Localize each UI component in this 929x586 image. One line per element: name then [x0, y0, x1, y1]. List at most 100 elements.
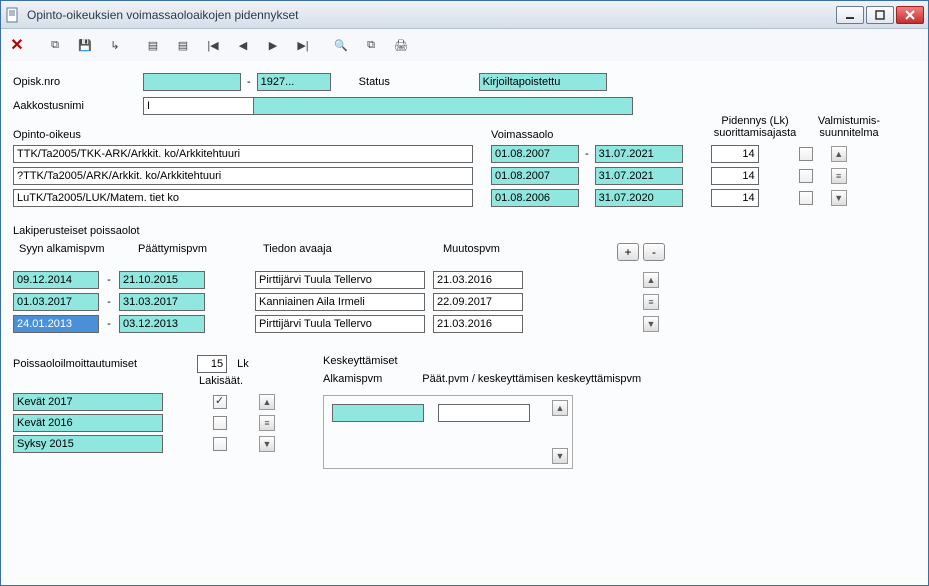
abs-col-changed: Muutospvm [443, 243, 573, 261]
scroll-up-icon[interactable]: ▲ [552, 400, 568, 416]
valm-checkbox[interactable] [799, 169, 813, 183]
abs-row: - ▲ [13, 271, 916, 289]
right-name[interactable] [13, 167, 473, 185]
scroll-down-icon[interactable]: ▼ [643, 316, 659, 332]
abs-col-end: Päättymispvm [138, 243, 263, 261]
status-label: Status [359, 76, 479, 88]
abs-rows: - ▲ - ≡ [13, 271, 916, 333]
abs-opener[interactable] [255, 293, 425, 311]
maximize-button[interactable] [866, 6, 894, 24]
kesk-col2: Päät.pvm / keskeyttämisen keskeyttämispv… [422, 373, 641, 385]
scroll-down-icon[interactable]: ▼ [259, 436, 275, 452]
abs-col-start: Syyn alkamispvm [13, 243, 138, 261]
aakkostus-label: Aakkostusnimi [13, 100, 143, 112]
abs-end[interactable] [119, 271, 205, 289]
status-field[interactable] [479, 73, 607, 91]
abs-changed[interactable] [433, 271, 523, 289]
scroll-thumb-icon[interactable]: ≡ [259, 415, 275, 431]
add-button[interactable]: + [617, 243, 639, 261]
term-checkbox[interactable] [213, 437, 227, 451]
abs-end[interactable] [119, 293, 205, 311]
right-end[interactable] [595, 145, 683, 163]
abs-opener[interactable] [255, 315, 425, 333]
abs-end[interactable] [119, 315, 205, 333]
kesk-col1: Alkamispvm [323, 373, 382, 385]
right-start[interactable] [491, 189, 579, 207]
rights-row: - ▼ [13, 189, 916, 207]
scroll-thumb-icon[interactable]: ≡ [643, 294, 659, 310]
next-record-icon[interactable]: ▶ [265, 37, 281, 53]
scroll-thumb-icon[interactable]: ≡ [831, 168, 847, 184]
right-end[interactable] [595, 167, 683, 185]
col-pidennys2: suorittamisajasta [701, 127, 809, 139]
abs-title: Lakiperusteiset poissaolot [13, 225, 916, 237]
col-valm2: suunnitelma [809, 127, 889, 139]
aakkostus-left-field[interactable] [143, 97, 253, 115]
terms-count[interactable] [197, 355, 227, 373]
term-name[interactable] [13, 393, 163, 411]
save-icon[interactable]: 💾 [77, 37, 93, 53]
copy-icon[interactable]: ⧉ [47, 37, 63, 53]
add-record-icon[interactable]: ▤ [145, 37, 161, 53]
valm-checkbox[interactable] [799, 191, 813, 205]
search-icon[interactable]: 🔍 [333, 37, 349, 53]
app-window: Opinto-oikeuksien voimassaoloaikojen pid… [0, 0, 929, 586]
col-opinto: Opinto-oikeus [13, 129, 491, 141]
cancel-icon[interactable]: ✕ [9, 37, 25, 53]
aakkostus-right-field[interactable] [253, 97, 633, 115]
terms-title: Poissaoloilmoittautumiset [13, 358, 137, 370]
print-icon[interactable]: 🖨 [393, 37, 409, 53]
kesk-title: Keskeyttämiset [323, 355, 641, 367]
document-icon [5, 7, 21, 23]
scroll-down-icon[interactable]: ▼ [552, 448, 568, 464]
abs-row: 24.01.2013 - ▼ [13, 315, 916, 333]
valm-checkbox[interactable] [799, 147, 813, 161]
dash: - [247, 76, 251, 88]
lk-label: Lk [237, 358, 249, 370]
right-name[interactable] [13, 189, 473, 207]
lakisaat-label: Lakisäät. [13, 375, 243, 387]
term-checkbox[interactable] [213, 416, 227, 430]
last-record-icon[interactable]: ▶| [295, 37, 311, 53]
right-end[interactable] [595, 189, 683, 207]
opisk-right-field[interactable] [257, 73, 331, 91]
term-row: ≡ [13, 414, 313, 432]
rights-row: - ≡ [13, 167, 916, 185]
close-button[interactable] [896, 6, 924, 24]
minimize-button[interactable] [836, 6, 864, 24]
abs-start-selected[interactable]: 24.01.2013 [13, 315, 99, 333]
right-ext[interactable] [711, 145, 759, 163]
delete-record-icon[interactable]: ▤ [175, 37, 191, 53]
toolbar: ✕ ⧉ 💾 ↳ ▤ ▤ |◀ ◀ ▶ ▶| 🔍 ⧉ 🖨 [1, 29, 928, 61]
kesk-start[interactable] [332, 404, 424, 422]
right-start[interactable] [491, 167, 579, 185]
scroll-up-icon[interactable]: ▲ [831, 146, 847, 162]
scroll-up-icon[interactable]: ▲ [259, 394, 275, 410]
list-icon[interactable]: ⧉ [363, 37, 379, 53]
scroll-down-icon[interactable]: ▼ [831, 190, 847, 206]
abs-start[interactable] [13, 271, 99, 289]
content-area: Opisk.nro - Status Aakkostusnimi Opinto-… [1, 61, 928, 585]
right-name[interactable] [13, 145, 473, 163]
scroll-up-icon[interactable]: ▲ [643, 272, 659, 288]
kesk-end[interactable] [438, 404, 530, 422]
term-name[interactable] [13, 414, 163, 432]
col-valm1: Valmistumis- [809, 115, 889, 127]
right-ext[interactable] [711, 167, 759, 185]
abs-changed[interactable] [433, 315, 523, 333]
right-start[interactable] [491, 145, 579, 163]
window-title: Opinto-oikeuksien voimassaoloaikojen pid… [27, 8, 836, 22]
term-checkbox[interactable] [213, 395, 227, 409]
opisk-left-field[interactable] [143, 73, 241, 91]
abs-start[interactable] [13, 293, 99, 311]
remove-button[interactable]: - [643, 243, 665, 261]
term-name[interactable] [13, 435, 163, 453]
first-record-icon[interactable]: |◀ [205, 37, 221, 53]
abs-row: - ≡ [13, 293, 916, 311]
rights-row: - ▲ [13, 145, 916, 163]
prev-record-icon[interactable]: ◀ [235, 37, 251, 53]
export-icon[interactable]: ↳ [107, 37, 123, 53]
right-ext[interactable] [711, 189, 759, 207]
abs-changed[interactable] [433, 293, 523, 311]
abs-opener[interactable] [255, 271, 425, 289]
